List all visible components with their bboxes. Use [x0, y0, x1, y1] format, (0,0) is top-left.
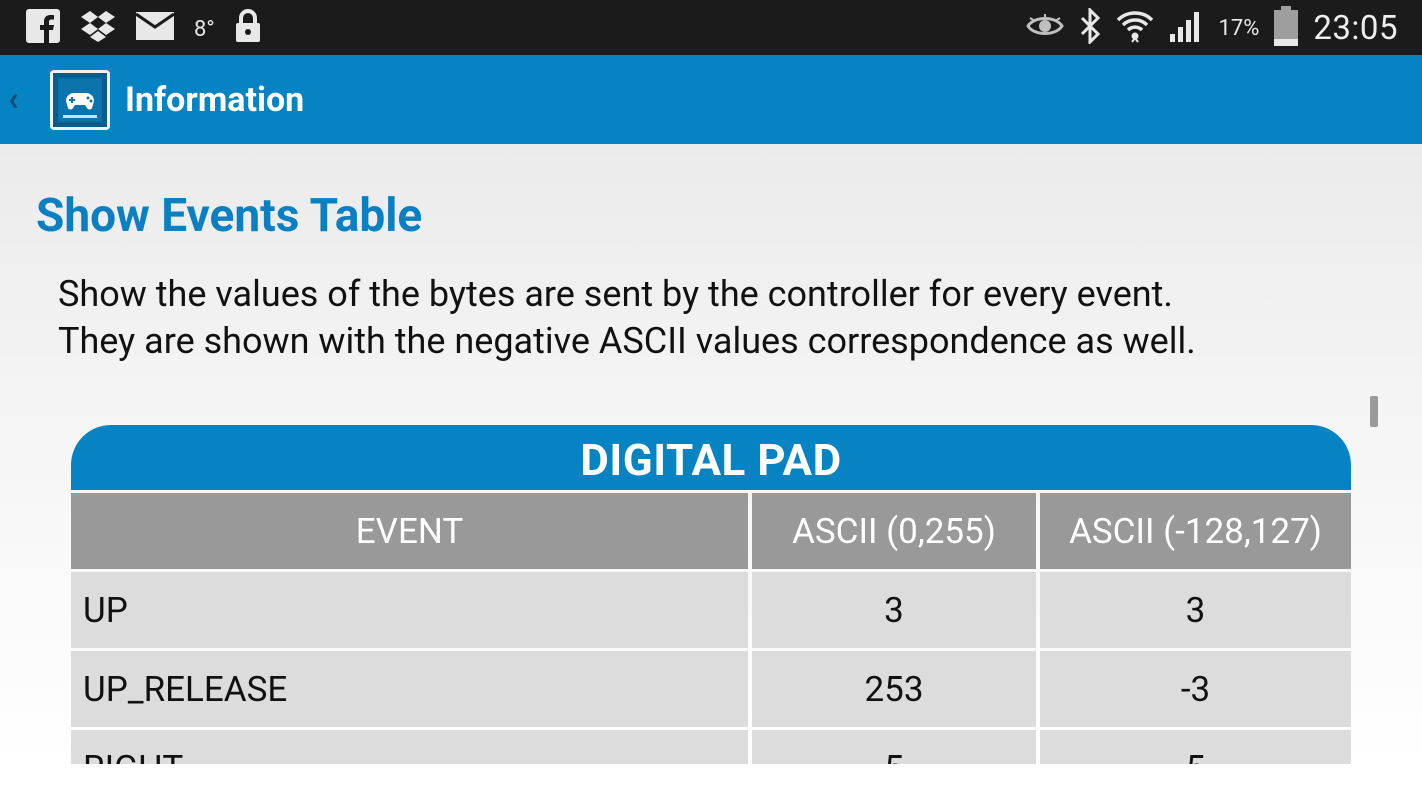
- scrollbar[interactable]: [1370, 396, 1378, 427]
- event-cell: UP_RELEASE: [71, 651, 748, 727]
- ascii-signed-cell: 3: [1040, 572, 1351, 648]
- description-line: Show the values of the bytes are sent by…: [58, 273, 1173, 315]
- header-cell-event: EVENT: [71, 493, 748, 569]
- action-bar: ‹ Information: [0, 55, 1422, 144]
- content-area[interactable]: Show Events Table Show the values of the…: [0, 144, 1422, 764]
- clock: 23:05: [1313, 8, 1398, 48]
- header-cell-ascii-unsigned: ASCII (0,255): [752, 493, 1036, 569]
- mail-icon: [135, 12, 175, 44]
- signal-icon: [1168, 10, 1204, 46]
- temperature-label: 8°: [194, 16, 215, 42]
- app-logo-icon[interactable]: [50, 70, 110, 130]
- ascii-signed-cell: -3: [1040, 651, 1351, 727]
- page-title: Information: [125, 80, 305, 120]
- table-title: DIGITAL PAD: [71, 425, 1351, 490]
- events-table: DIGITAL PAD EVENT ASCII (0,255) ASCII (-…: [71, 425, 1351, 764]
- wifi-icon: [1116, 8, 1154, 48]
- table-row: UP_RELEASE 253 -3: [71, 651, 1351, 727]
- event-cell: UP: [71, 572, 748, 648]
- event-cell: RIGHT: [71, 730, 748, 764]
- bottom-strip: [0, 764, 1422, 800]
- battery-percent: 17%: [1218, 15, 1260, 41]
- eye-icon: [1026, 14, 1065, 42]
- header-cell-ascii-signed: ASCII (-128,127): [1040, 493, 1351, 569]
- table-row: UP 3 3: [71, 572, 1351, 648]
- section-description: Show the values of the bytes are sent by…: [58, 271, 1378, 365]
- dropbox-icon: [80, 9, 116, 47]
- bluetooth-icon: [1078, 6, 1102, 48]
- lock-icon: [235, 9, 261, 47]
- status-bar: 8° 17% 23:05: [0, 0, 1422, 55]
- description-line: They are shown with the negative ASCII v…: [58, 320, 1196, 362]
- back-chevron-icon[interactable]: ‹: [8, 81, 28, 117]
- facebook-icon: [26, 9, 60, 47]
- battery-icon: [1273, 6, 1299, 50]
- table-header-row: EVENT ASCII (0,255) ASCII (-128,127): [71, 493, 1351, 569]
- notification-icons: 8°: [26, 9, 261, 47]
- ascii-signed-cell: 5: [1040, 730, 1351, 764]
- system-icons: 17% 23:05: [1026, 6, 1398, 50]
- ascii-unsigned-cell: 5: [752, 730, 1036, 764]
- section-heading: Show Events Table: [36, 189, 423, 243]
- ascii-unsigned-cell: 3: [752, 572, 1036, 648]
- table-row: RIGHT 5 5: [71, 730, 1351, 764]
- ascii-unsigned-cell: 253: [752, 651, 1036, 727]
